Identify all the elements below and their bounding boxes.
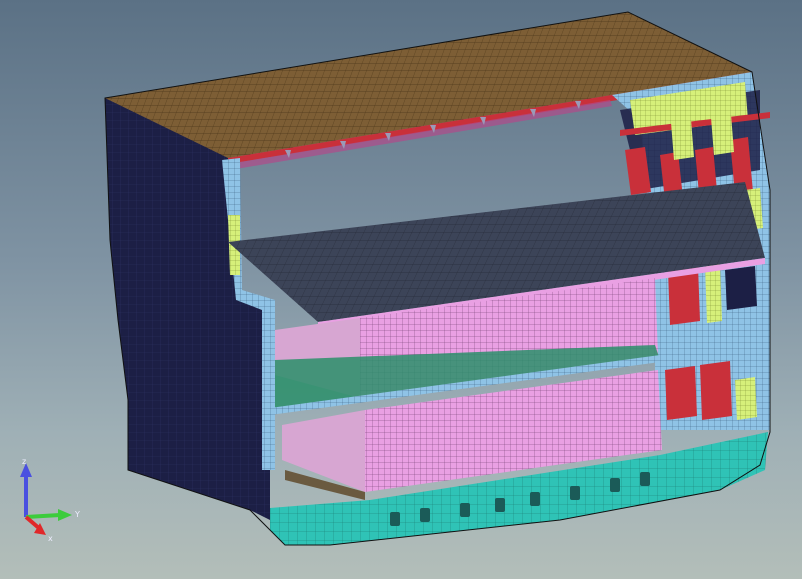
- model-viewport[interactable]: [0, 0, 802, 579]
- z-axis-label: z: [22, 457, 26, 466]
- y-axis: [25, 513, 61, 519]
- y-arrow-icon: [58, 509, 72, 521]
- y-axis-label: Y: [74, 510, 80, 519]
- axis-triad: z Y x: [20, 457, 80, 543]
- x-axis-label: x: [48, 534, 53, 543]
